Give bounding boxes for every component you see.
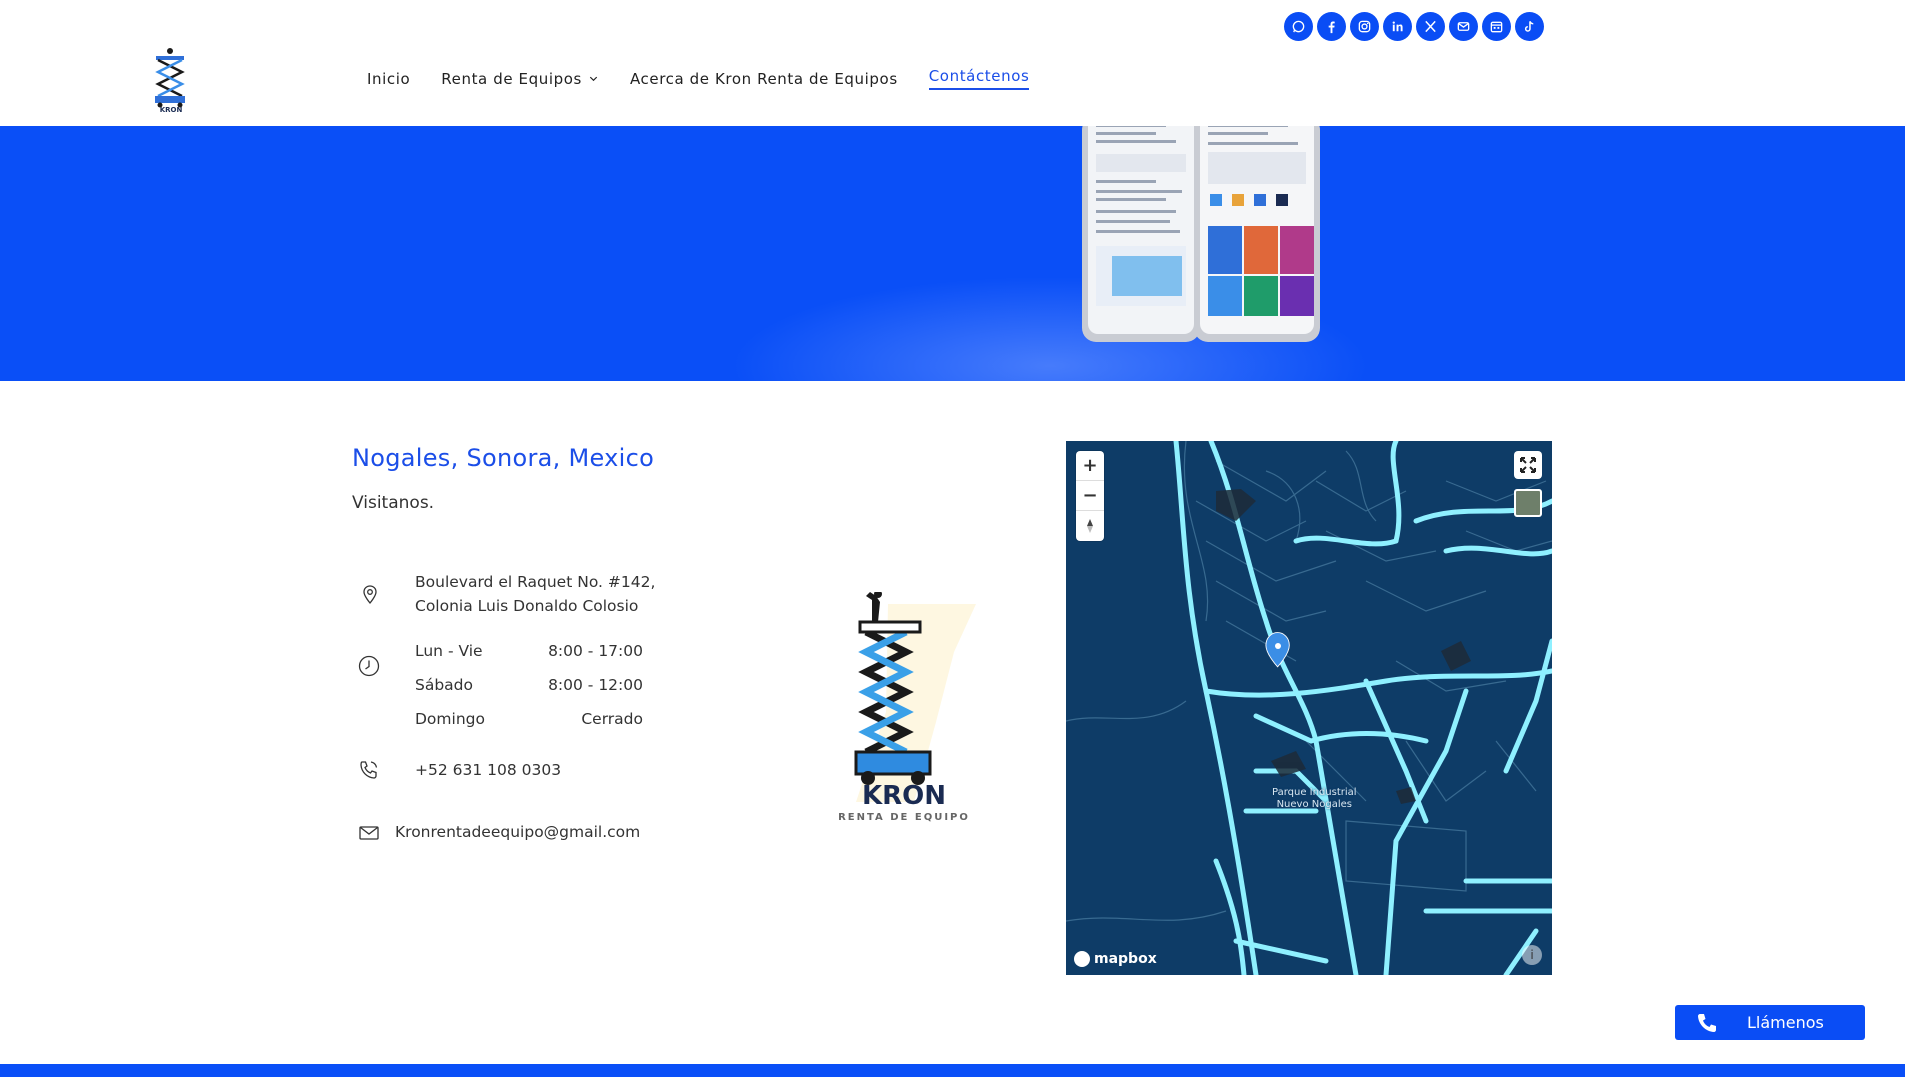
email-icon [359, 826, 379, 840]
facebook-icon[interactable] [1317, 12, 1346, 41]
compass-icon [1087, 519, 1093, 533]
hours-row-sunday: Domingo Cerrado [415, 710, 643, 728]
clock-icon [358, 655, 380, 677]
tiktok-icon[interactable] [1515, 12, 1544, 41]
nav-inicio[interactable]: Inicio [367, 67, 410, 90]
map-pin-icon [363, 585, 377, 604]
phone-icon [1698, 1013, 1716, 1032]
x-icon[interactable] [1416, 12, 1445, 41]
call-button[interactable]: Llámenos [1675, 1005, 1865, 1040]
social-links [1284, 12, 1544, 41]
hours-day: Lun - Vie [415, 642, 483, 660]
calendar-icon[interactable] [1482, 12, 1511, 41]
nav-renta-label: Renta de Equipos [441, 69, 582, 88]
svg-text:KRON: KRON [862, 781, 946, 811]
location-title: Nogales, Sonora, Mexico [352, 444, 655, 472]
nav-contactenos[interactable]: Contáctenos [928, 67, 1030, 90]
email-address[interactable]: Kronrentadeequipo@gmail.com [395, 820, 640, 845]
address-line-1: Boulevard el Raquet No. #142, [415, 573, 656, 591]
svg-text:KRON: KRON [160, 106, 183, 112]
main-nav: Inicio Renta de Equipos Acerca de Kron R… [367, 67, 1060, 90]
chevron-down-icon [589, 76, 598, 82]
map-zoom-controls: + − [1076, 451, 1104, 541]
site-header: KRON Inicio Renta de Equipos Acerca de K… [0, 0, 1905, 126]
phone-icon [360, 761, 378, 779]
hours-time: 8:00 - 17:00 [548, 642, 643, 660]
hero-banner [0, 126, 1905, 381]
compass-button[interactable] [1076, 511, 1104, 541]
place-label-line-2: Nuevo Nogales [1276, 799, 1352, 810]
map-place-label: Parque Industrial Nuevo Nogales [1272, 787, 1357, 811]
nav-renta-equipos[interactable]: Renta de Equipos [441, 67, 599, 90]
site-logo[interactable]: KRON [148, 46, 194, 112]
hours-day: Domingo [415, 710, 485, 728]
phones-mockup-image [1082, 126, 1320, 342]
nav-acerca[interactable]: Acerca de Kron Renta de Equipos [630, 67, 898, 90]
hours-row-weekday: Lun - Vie 8:00 - 17:00 [415, 642, 643, 660]
hours-time: Cerrado [581, 710, 643, 728]
phone-number[interactable]: +52 631 108 0303 [415, 758, 561, 783]
svg-text:RENTA DE EQUIPO: RENTA DE EQUIPO [838, 812, 970, 822]
hours-row-saturday: Sábado 8:00 - 12:00 [415, 676, 643, 694]
call-button-label: Llámenos [1747, 1013, 1824, 1032]
location-map[interactable]: + − Parque Industrial Nuevo Nogales mapb… [1066, 441, 1552, 975]
place-label-line-1: Parque Industrial [1272, 787, 1357, 798]
hours-day: Sábado [415, 676, 473, 694]
footer-bar [0, 1064, 1905, 1077]
satellite-toggle[interactable] [1514, 489, 1542, 517]
fullscreen-icon [1520, 457, 1536, 473]
hours-time: 8:00 - 12:00 [548, 676, 643, 694]
zoom-out-button[interactable]: − [1076, 481, 1104, 511]
mapbox-icon [1074, 951, 1090, 967]
kron-logo: KRON RENTA DE EQUIPO [838, 592, 976, 822]
linkedin-icon[interactable] [1383, 12, 1412, 41]
fullscreen-button[interactable] [1514, 451, 1542, 479]
attribution-info-button[interactable]: i [1522, 945, 1542, 965]
map-roads [1066, 441, 1552, 975]
email-icon[interactable] [1449, 12, 1478, 41]
whatsapp-icon[interactable] [1284, 12, 1313, 41]
zoom-in-button[interactable]: + [1076, 451, 1104, 481]
address-line-2: Colonia Luis Donaldo Colosio [415, 597, 639, 615]
mapbox-logo[interactable]: mapbox [1074, 951, 1157, 967]
location-subtitle: Visitanos. [352, 493, 435, 513]
mapbox-label: mapbox [1094, 951, 1157, 967]
instagram-icon[interactable] [1350, 12, 1379, 41]
